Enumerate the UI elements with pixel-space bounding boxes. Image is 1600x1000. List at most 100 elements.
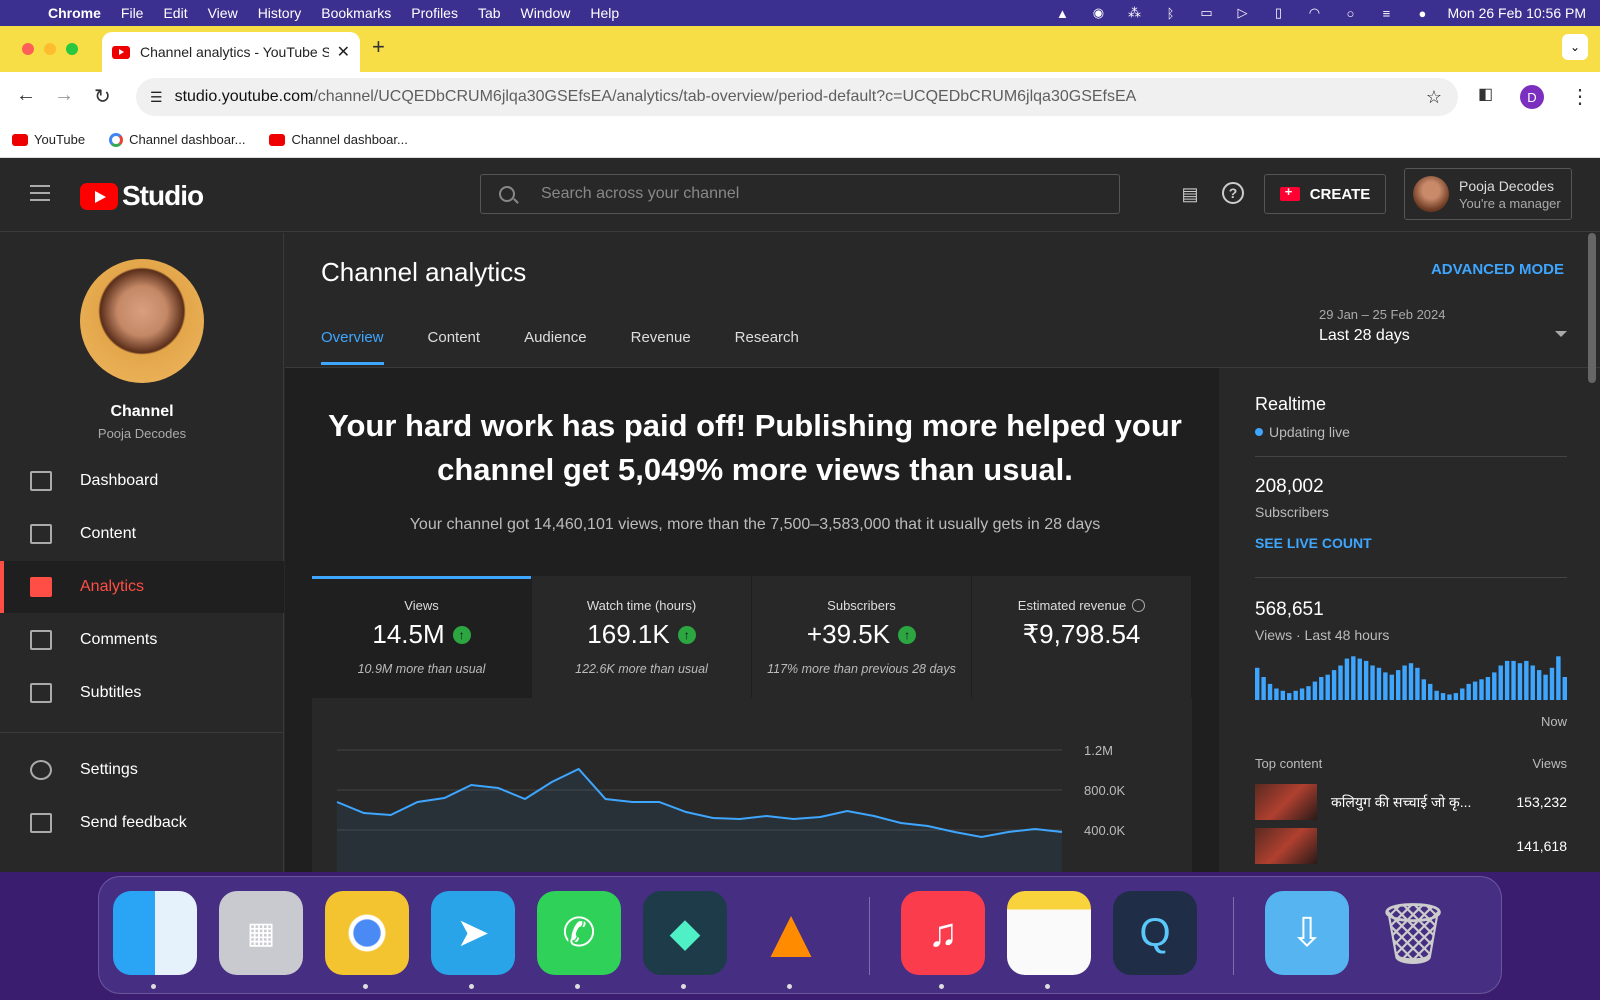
bookmark-channel-dashboard-1[interactable]: Channel dashboar...	[109, 132, 245, 147]
metric-card-watch-time[interactable]: Watch time (hours) 169.1K ↑ 122.6K more t…	[532, 576, 752, 698]
realtime-bar[interactable]	[1293, 690, 1298, 700]
channel-avatar[interactable]	[80, 259, 204, 383]
sidebar-item-dashboard[interactable]: Dashboard	[0, 455, 284, 507]
display-icon[interactable]: ▭	[1195, 5, 1217, 21]
realtime-bar[interactable]	[1306, 686, 1311, 700]
sidebar-item-send-feedback[interactable]: Send feedback	[0, 797, 284, 849]
tab-content[interactable]: Content	[428, 329, 481, 365]
filmora-icon[interactable]: ◆	[643, 891, 727, 975]
create-button[interactable]: CREATE	[1264, 174, 1386, 214]
realtime-bar[interactable]	[1351, 656, 1356, 700]
profile-avatar[interactable]: D	[1520, 85, 1544, 109]
realtime-bar[interactable]	[1504, 660, 1510, 700]
realtime-bar[interactable]	[1511, 660, 1516, 700]
help-icon[interactable]: ?	[1222, 182, 1244, 204]
realtime-bar[interactable]	[1472, 681, 1478, 700]
realtime-bar[interactable]	[1453, 693, 1459, 700]
list-item[interactable]: कलियुग की सच्चाई जो कृ... 153,232	[1255, 782, 1567, 822]
vlc-icon[interactable]: ▲	[749, 891, 833, 975]
messages-icon[interactable]: ▤	[1178, 182, 1202, 206]
forward-icon[interactable]: →	[54, 84, 74, 107]
advanced-mode-button[interactable]: ADVANCED MODE	[1431, 261, 1564, 278]
realtime-bar[interactable]	[1357, 658, 1362, 700]
new-tab-icon[interactable]: +	[372, 34, 385, 60]
chrome-menu-icon[interactable]: ⋮	[1570, 84, 1590, 109]
realtime-bar[interactable]	[1331, 670, 1337, 700]
realtime-bar[interactable]	[1255, 667, 1260, 700]
tab-overview[interactable]: Overview	[321, 329, 384, 365]
activity-status-icon[interactable]: ⁂	[1123, 5, 1145, 21]
menu-history[interactable]: History	[258, 5, 302, 21]
back-icon[interactable]: ←	[16, 84, 36, 107]
page-scrollbar[interactable]	[1588, 233, 1596, 383]
menu-edit[interactable]: Edit	[163, 5, 187, 21]
menu-profiles[interactable]: Profiles	[411, 5, 458, 21]
menubar-clock[interactable]: Mon 26 Feb 10:56 PM	[1447, 5, 1586, 21]
realtime-bar[interactable]	[1421, 679, 1427, 700]
realtime-bar[interactable]	[1524, 660, 1529, 700]
period-range[interactable]: 29 Jan – 25 Feb 2024	[1319, 307, 1446, 322]
realtime-bar[interactable]	[1479, 679, 1484, 700]
menu-app-name[interactable]: Chrome	[48, 5, 101, 21]
list-item[interactable]: 141,618	[1255, 826, 1567, 866]
realtime-bar[interactable]	[1517, 663, 1523, 700]
search-input[interactable]: Search across your channel	[480, 174, 1120, 214]
see-live-count-link[interactable]: SEE LIVE COUNT	[1237, 535, 1585, 551]
realtime-bar[interactable]	[1312, 681, 1318, 700]
menu-file[interactable]: File	[121, 5, 144, 21]
vlc-status-icon[interactable]: ▲	[1051, 5, 1073, 21]
tab-audience[interactable]: Audience	[524, 329, 587, 365]
realtime-bar[interactable]	[1395, 670, 1401, 700]
realtime-bar[interactable]	[1485, 677, 1491, 700]
realtime-bar[interactable]	[1543, 674, 1548, 700]
spotlight-search-icon[interactable]: ○	[1339, 5, 1361, 21]
control-center-icon[interactable]: ≡	[1375, 5, 1397, 21]
realtime-bar[interactable]	[1376, 667, 1382, 700]
realtime-bar[interactable]	[1383, 672, 1388, 700]
realtime-bar[interactable]	[1447, 694, 1452, 700]
realtime-bar[interactable]	[1440, 693, 1446, 700]
bookmark-channel-dashboard-2[interactable]: Channel dashboar...	[269, 132, 408, 147]
minimize-window-button[interactable]	[44, 43, 56, 55]
reload-icon[interactable]: ↻	[94, 84, 111, 109]
menu-help[interactable]: Help	[590, 5, 619, 21]
realtime-bar[interactable]	[1287, 693, 1292, 700]
close-tab-icon[interactable]: ✕	[337, 42, 350, 62]
telegram-status-icon[interactable]: ◉	[1087, 5, 1109, 21]
browser-tab-active[interactable]: Channel analytics - YouTube S ✕	[102, 32, 360, 72]
battery-icon[interactable]: ▯	[1267, 5, 1289, 21]
chrome-icon[interactable]	[325, 891, 409, 975]
finder-icon[interactable]	[113, 891, 197, 975]
sidebar-item-analytics[interactable]: Analytics	[0, 561, 284, 613]
menu-bookmarks[interactable]: Bookmarks	[321, 5, 391, 21]
menu-window[interactable]: Window	[521, 5, 571, 21]
realtime-bar[interactable]	[1261, 677, 1266, 700]
sidebar-item-settings[interactable]: Settings	[0, 744, 284, 796]
account-switcher[interactable]: Pooja Decodes You're a manager	[1404, 168, 1572, 220]
hamburger-menu-icon[interactable]	[30, 185, 50, 206]
realtime-bar[interactable]	[1530, 665, 1535, 701]
realtime-bar[interactable]	[1556, 656, 1561, 700]
telegram-icon[interactable]: ➤	[431, 891, 515, 975]
tab-revenue[interactable]: Revenue	[631, 329, 691, 365]
launchpad-icon[interactable]: ▦	[219, 891, 303, 975]
realtime-bar[interactable]	[1389, 674, 1394, 700]
period-selector[interactable]: Last 28 days	[1319, 327, 1410, 345]
realtime-bar[interactable]	[1319, 677, 1324, 700]
tab-research[interactable]: Research	[735, 329, 799, 365]
whatsapp-icon[interactable]: ✆	[537, 891, 621, 975]
realtime-bar[interactable]	[1562, 677, 1567, 700]
realtime-bar[interactable]	[1460, 688, 1465, 701]
music-icon[interactable]: ♫	[901, 891, 985, 975]
realtime-bar[interactable]	[1344, 658, 1350, 700]
realtime-bar[interactable]	[1274, 688, 1279, 701]
realtime-bar[interactable]	[1338, 665, 1343, 701]
realtime-bar[interactable]	[1549, 667, 1555, 700]
realtime-bar[interactable]	[1466, 683, 1471, 700]
metric-card-revenue[interactable]: Estimated revenue ₹9,798.54	[972, 576, 1192, 698]
siri-icon[interactable]: ●	[1411, 5, 1433, 21]
realtime-bar[interactable]	[1370, 665, 1375, 701]
bluetooth-icon[interactable]: ᛒ	[1159, 5, 1181, 21]
menu-tab[interactable]: Tab	[478, 5, 501, 21]
realtime-bar[interactable]	[1428, 683, 1433, 700]
